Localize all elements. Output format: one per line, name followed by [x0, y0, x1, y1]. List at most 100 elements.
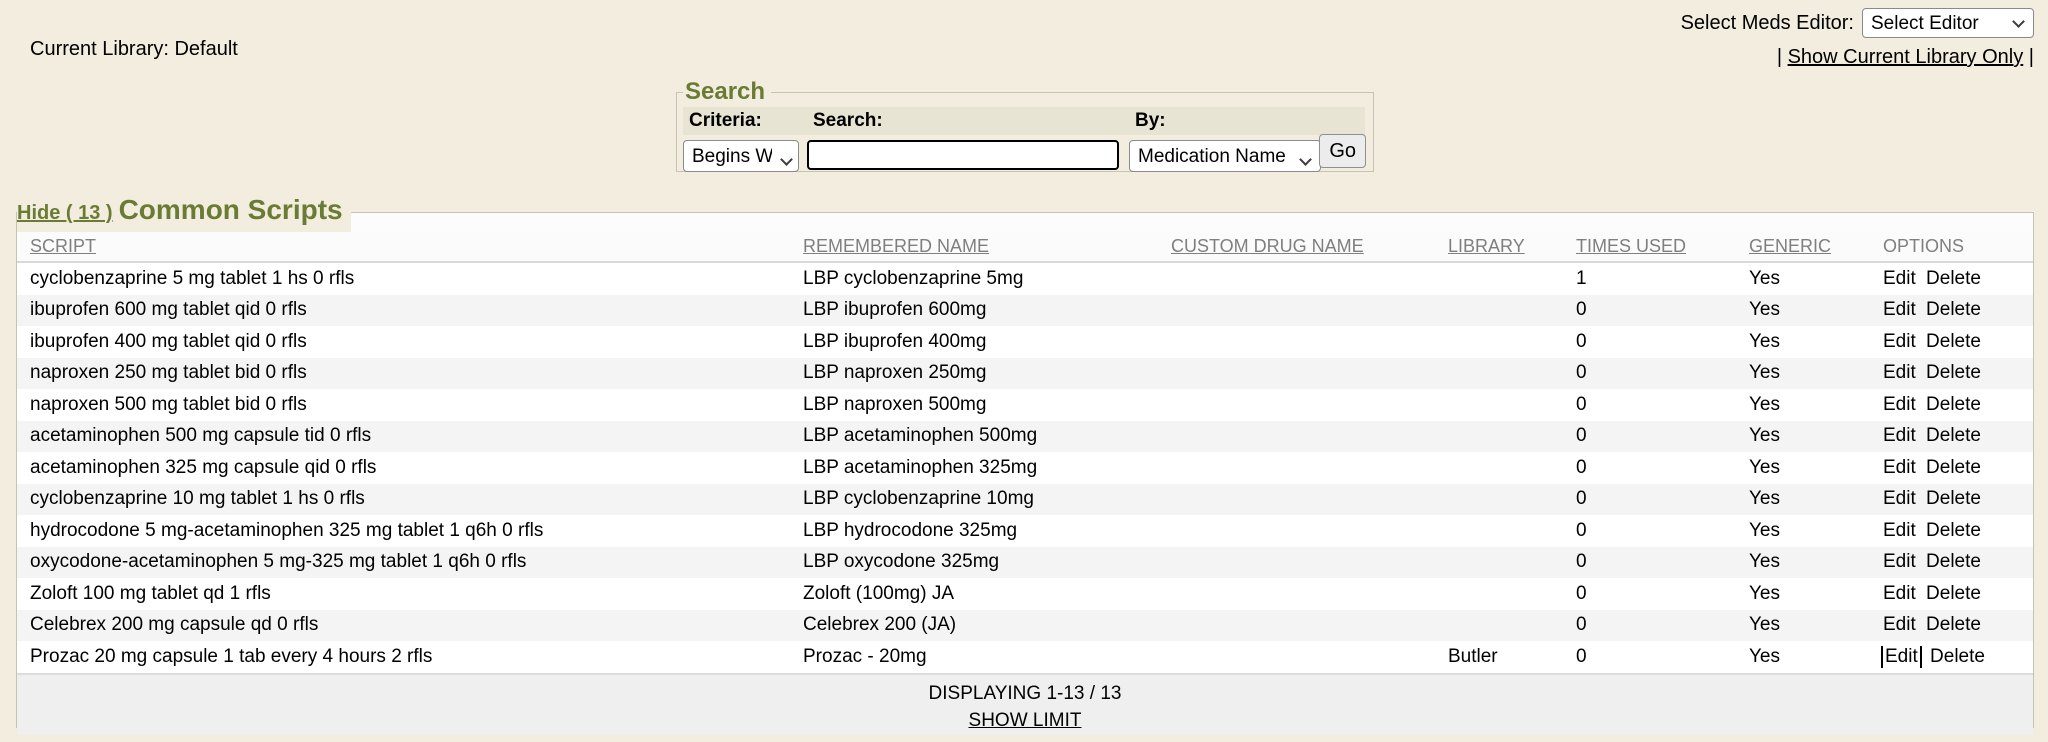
go-button[interactable]: Go [1319, 134, 1366, 168]
column-header-library[interactable]: LIBRARY [1448, 236, 1525, 256]
meds-editor-select[interactable]: Select Editor [1862, 8, 2034, 38]
search-form: Criteria: Search: By: Begins With Medica… [683, 107, 1365, 172]
edit-link[interactable]: Edit [1883, 362, 1916, 383]
cell-script: acetaminophen 500 mg capsule tid 0 rfls [17, 425, 790, 447]
cell-options: Edit Delete [1870, 551, 2033, 573]
search-cell [807, 135, 1129, 172]
criteria-cell: Begins With [683, 135, 807, 172]
column-header-script[interactable]: SCRIPT [30, 236, 96, 256]
delete-link[interactable]: Delete [1926, 299, 1981, 320]
cell-times-used: 0 [1563, 425, 1736, 447]
cell-options: Edit Delete [1870, 425, 2033, 447]
label-band-filler [1335, 107, 1365, 135]
cell-generic: Yes [1736, 425, 1870, 447]
show-current-library-link[interactable]: Show Current Library Only [1788, 46, 2024, 68]
column-header-remembered-name-cell: REMEMBERED NAME [790, 236, 1158, 257]
delete-link[interactable]: Delete [1926, 268, 1981, 289]
cell-options: Edit Delete [1870, 457, 2033, 479]
edit-link[interactable]: Edit [1883, 551, 1916, 572]
cell-generic: Yes [1736, 583, 1870, 605]
cell-script: oxycodone-acetaminophen 5 mg-325 mg tabl… [17, 551, 790, 573]
delete-link[interactable]: Delete [1930, 646, 1985, 667]
edit-link[interactable]: Edit [1883, 394, 1916, 415]
delete-link[interactable]: Delete [1926, 614, 1981, 635]
delete-link[interactable]: Delete [1926, 583, 1981, 604]
table-row: Zoloft 100 mg tablet qd 1 rfls Zoloft (1… [17, 578, 2033, 610]
cell-script: Prozac 20 mg capsule 1 tab every 4 hours… [17, 646, 790, 668]
by-select[interactable]: Medication Name [1129, 140, 1321, 172]
cell-remembered-name: Celebrex 200 (JA) [790, 614, 1158, 636]
cell-generic: Yes [1736, 551, 1870, 573]
column-header-options-cell: OPTIONS [1870, 236, 2033, 257]
edit-link[interactable]: Edit [1883, 331, 1916, 352]
cell-times-used: 0 [1563, 583, 1736, 605]
cell-script: ibuprofen 400 mg tablet qid 0 rfls [17, 331, 790, 353]
cell-remembered-name: Zoloft (100mg) JA [790, 583, 1158, 605]
column-header-remembered-name[interactable]: REMEMBERED NAME [803, 236, 989, 256]
edit-link[interactable]: Edit [1883, 488, 1916, 509]
cell-options: Edit Delete [1870, 362, 2033, 384]
cell-remembered-name: LBP oxycodone 325mg [790, 551, 1158, 573]
cell-remembered-name: LBP cyclobenzaprine 5mg [790, 268, 1158, 290]
table-row: naproxen 500 mg tablet bid 0 rfls LBP na… [17, 389, 2033, 421]
cell-generic: Yes [1736, 299, 1870, 321]
edit-link[interactable]: Edit [1883, 425, 1916, 446]
pipe-left: | [1777, 46, 1782, 68]
edit-link[interactable]: Edit [1883, 268, 1916, 289]
edit-link[interactable]: Edit [1883, 457, 1916, 478]
cell-options: Edit Delete [1870, 394, 2033, 416]
delete-link[interactable]: Delete [1926, 394, 1981, 415]
hide-link[interactable]: Hide ( 13 ) [17, 202, 113, 224]
top-right-controls: Select Meds Editor: Select Editor | Show… [1681, 8, 2034, 69]
edit-link[interactable]: Edit [1883, 614, 1916, 635]
by-select-wrap: Medication Name [1129, 140, 1321, 172]
edit-link[interactable]: Edit [1883, 299, 1916, 320]
cell-options: Edit Delete [1870, 614, 2033, 636]
column-header-times-used[interactable]: TIMES USED [1576, 236, 1686, 256]
cell-options: Edit Delete [1870, 488, 2033, 510]
cell-generic: Yes [1736, 457, 1870, 479]
edit-link[interactable]: Edit [1883, 583, 1916, 604]
cell-options: Edit Delete [1870, 583, 2033, 605]
edit-link[interactable]: Edit [1883, 646, 1920, 668]
delete-link[interactable]: Delete [1926, 488, 1981, 509]
column-header-generic-cell: GENERIC [1736, 236, 1870, 257]
cell-generic: Yes [1736, 362, 1870, 384]
delete-link[interactable]: Delete [1926, 457, 1981, 478]
cell-times-used: 0 [1563, 362, 1736, 384]
cell-generic: Yes [1736, 268, 1870, 290]
by-label: By: [1129, 107, 1335, 135]
criteria-select[interactable]: Begins With [683, 140, 799, 172]
cell-remembered-name: LBP naproxen 500mg [790, 394, 1158, 416]
column-header-custom-drug-name[interactable]: CUSTOM DRUG NAME [1171, 236, 1364, 256]
cell-times-used: 0 [1563, 614, 1736, 636]
library-filter-row: | Show Current Library Only | [1681, 46, 2034, 69]
cell-library: Butler [1435, 646, 1563, 668]
cell-options: Edit Delete [1870, 299, 2033, 321]
edit-link[interactable]: Edit [1883, 520, 1916, 541]
delete-link[interactable]: Delete [1926, 551, 1981, 572]
cell-script: cyclobenzaprine 5 mg tablet 1 hs 0 rfls [17, 268, 790, 290]
cell-remembered-name: LBP acetaminophen 500mg [790, 425, 1158, 447]
delete-link[interactable]: Delete [1926, 362, 1981, 383]
delete-link[interactable]: Delete [1926, 331, 1981, 352]
cell-options: Edit Delete [1870, 268, 2033, 290]
table-row: cyclobenzaprine 5 mg tablet 1 hs 0 rfls … [17, 263, 2033, 295]
table-row: acetaminophen 500 mg capsule tid 0 rfls … [17, 421, 2033, 453]
meds-editor-select-wrap: Select Editor [1862, 8, 2034, 38]
cell-times-used: 0 [1563, 394, 1736, 416]
table-footer: DISPLAYING 1-13 / 13 SHOW LIMIT [17, 673, 2033, 735]
column-header-generic[interactable]: GENERIC [1749, 236, 1831, 256]
table-row: oxycodone-acetaminophen 5 mg-325 mg tabl… [17, 547, 2033, 579]
column-header-library-cell: LIBRARY [1435, 236, 1563, 257]
cell-remembered-name: LBP cyclobenzaprine 10mg [790, 488, 1158, 510]
show-limit-link[interactable]: SHOW LIMIT [969, 710, 1082, 732]
criteria-label: Criteria: [683, 107, 807, 135]
delete-link[interactable]: Delete [1926, 425, 1981, 446]
common-scripts-panel: Hide ( 13 )Common Scripts SCRIPT REMEMBE… [16, 193, 2034, 728]
search-legend: Search [683, 78, 771, 106]
delete-link[interactable]: Delete [1926, 520, 1981, 541]
search-input[interactable] [807, 140, 1119, 170]
cell-times-used: 0 [1563, 299, 1736, 321]
cell-generic: Yes [1736, 331, 1870, 353]
